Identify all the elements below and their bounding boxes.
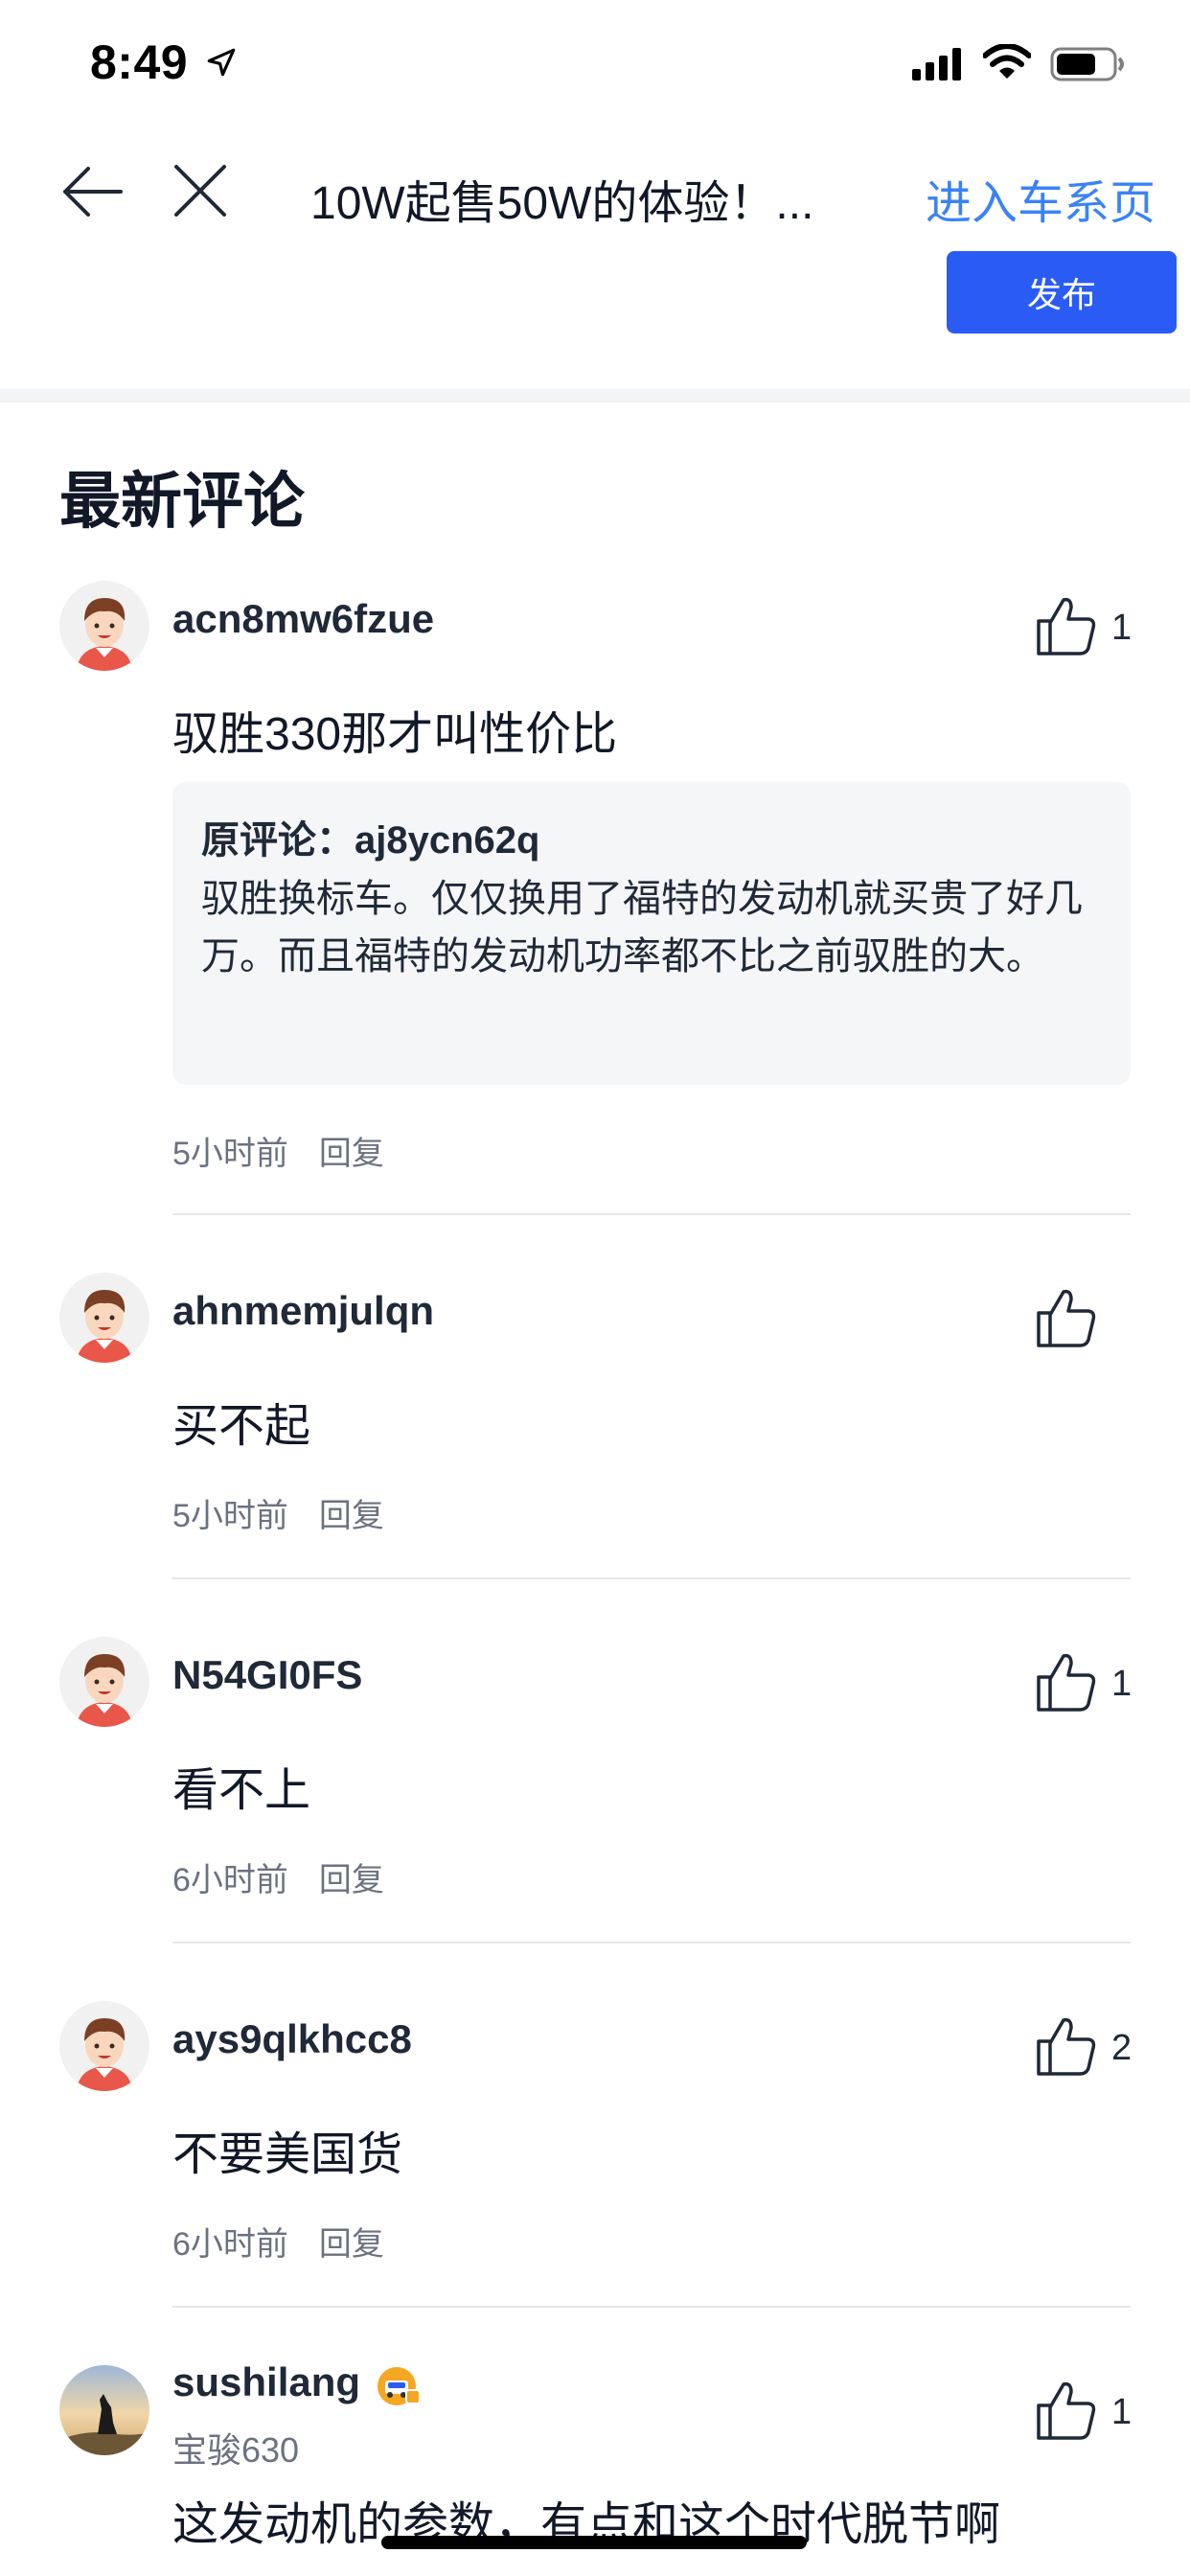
like-count: 1 (1111, 1664, 1133, 1704)
wifi-icon (983, 44, 1031, 79)
cellular-signal-icon (912, 48, 961, 80)
comment-text: 驭胜330那才叫性价比 (172, 709, 618, 760)
reply-button[interactable]: 回复 (319, 1498, 384, 1534)
close-icon[interactable] (171, 161, 230, 220)
comment-text: 看不上 (172, 1765, 311, 1816)
publish-button[interactable]: 发布 (947, 251, 1177, 334)
reply-button[interactable]: 回复 (319, 1136, 384, 1172)
comment-username[interactable]: ays9qlkhcc8 (172, 2016, 412, 2062)
thumbs-up-icon[interactable] (1035, 1650, 1098, 1714)
like-count: 2 (1111, 2028, 1133, 2068)
thumbs-up-icon[interactable] (1035, 2014, 1098, 2078)
status-bar: 8:49 (0, 0, 1190, 125)
comment-meta: 6小时前 回复 (172, 1853, 384, 1900)
reply-button[interactable]: 回复 (319, 2226, 384, 2263)
home-indicator[interactable] (381, 2536, 807, 2549)
quoted-comment: 原评论：aj8ycn62q 驭胜换标车。仅仅换用了福特的发动机就买贵了好几万。而… (172, 782, 1131, 1085)
comment-username[interactable]: ahnmemjulqn (172, 1288, 434, 1334)
wolf-silhouette-avatar-icon (59, 2365, 149, 2455)
car-series-link[interactable]: 进入车系页 (926, 165, 1156, 232)
comment-username[interactable]: acn8mw6fzue (172, 596, 434, 642)
comment-time: 5小时前 (172, 1498, 288, 1534)
car-model-label: 宝骏630 (172, 2430, 300, 2470)
page-title: 10W起售50W的体验！... (310, 178, 814, 229)
like-count: 1 (1111, 608, 1133, 648)
like-count: 1 (1111, 2392, 1133, 2432)
avatar[interactable] (59, 2365, 149, 2455)
avatar[interactable] (59, 1273, 149, 1363)
comment-meta: 6小时前 回复 (172, 2218, 384, 2265)
back-arrow-icon[interactable] (59, 163, 123, 220)
comment-text: 买不起 (172, 1401, 311, 1452)
comment-username[interactable]: N54GI0FS (172, 1652, 362, 1698)
battery-icon (1050, 47, 1124, 81)
cartoon-avatar-icon (59, 1273, 149, 1363)
location-arrow-icon (207, 48, 236, 77)
avatar[interactable] (59, 581, 149, 671)
latest-comments-heading: 最新评论 (59, 467, 305, 536)
cartoon-avatar-icon (59, 1637, 149, 1727)
car-owner-badge-icon (378, 2367, 421, 2405)
thumbs-up-icon[interactable] (1035, 594, 1098, 657)
cartoon-avatar-icon (59, 581, 149, 671)
comment-username[interactable]: sushilang (172, 2359, 360, 2405)
status-time: 8:49 (90, 35, 189, 89)
cartoon-avatar-icon (59, 2001, 149, 2091)
comment-time: 6小时前 (172, 1862, 288, 1898)
quoted-author: 原评论：aj8ycn62q (201, 819, 540, 862)
reply-button[interactable]: 回复 (319, 1862, 384, 1898)
comment-divider (172, 1213, 1131, 1215)
thumbs-up-icon[interactable] (1035, 1286, 1098, 1349)
comment-time: 5小时前 (172, 1136, 288, 1172)
comment-divider (172, 2306, 1131, 2308)
quoted-text: 驭胜换标车。仅仅换用了福特的发动机就买贵了好几万。而且福特的发动机功率都不比之前… (201, 878, 1083, 978)
comment-meta: 5小时前 回复 (172, 1127, 384, 1174)
thumbs-up-icon[interactable] (1035, 2379, 1098, 2442)
avatar[interactable] (59, 2001, 149, 2091)
comment-meta: 5小时前 回复 (172, 1489, 384, 1536)
avatar[interactable] (59, 1637, 149, 1727)
comment-divider (172, 1577, 1131, 1579)
section-divider (0, 389, 1190, 402)
navigation-bar: 10W起售50W的体验！... 进入车系页 (0, 134, 1190, 249)
comment-text: 不要美国货 (172, 2129, 403, 2180)
comment-time: 6小时前 (172, 2226, 288, 2263)
comment-divider (172, 1942, 1131, 1944)
